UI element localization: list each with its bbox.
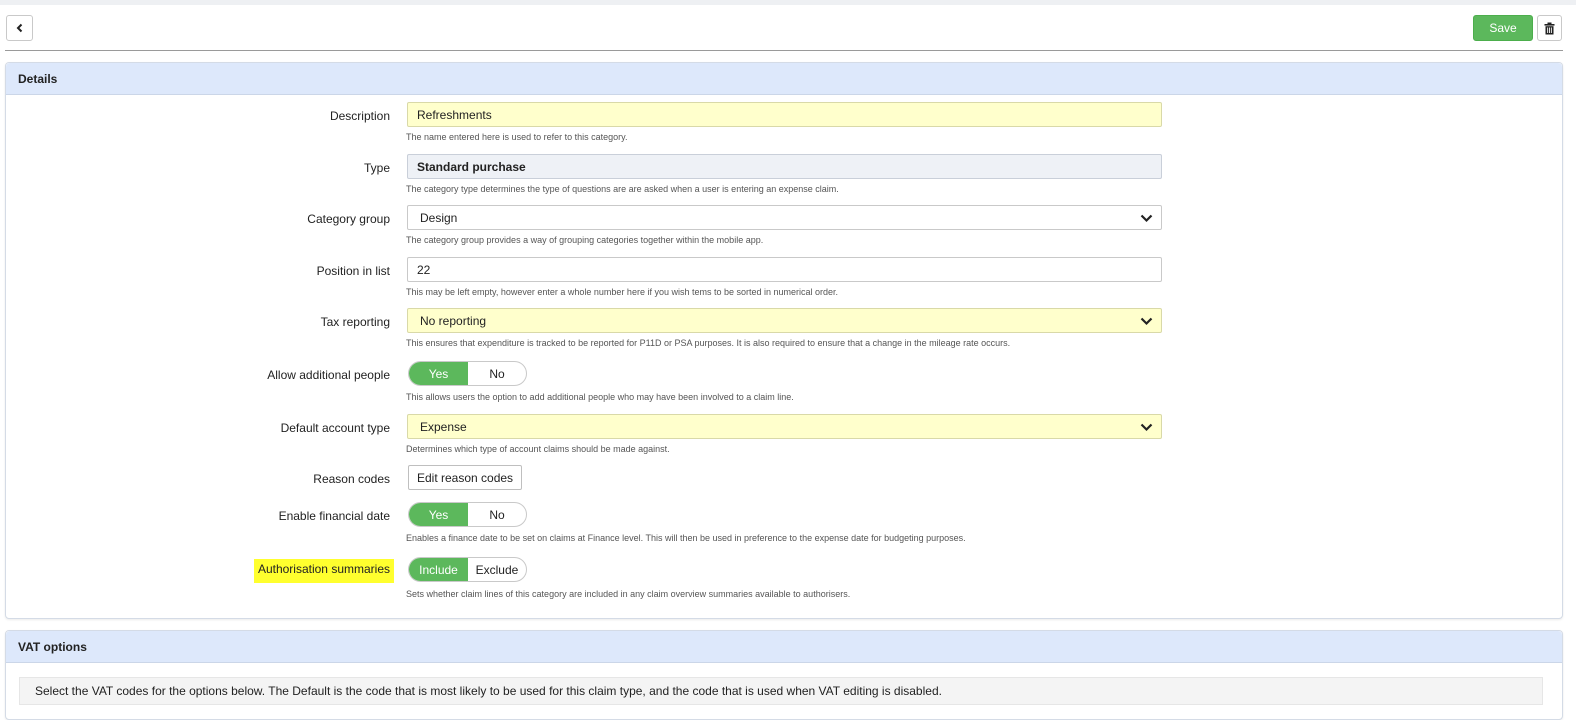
financial-date-yes[interactable]: Yes bbox=[409, 503, 468, 526]
type-row: Type Standard purchase The category type… bbox=[6, 154, 1562, 198]
position-row: Position in list 22 This may be left emp… bbox=[6, 257, 1562, 301]
account-type-label: Default account type bbox=[280, 421, 390, 435]
category-group-label: Category group bbox=[307, 212, 390, 226]
reason-codes-label: Reason codes bbox=[313, 472, 390, 486]
back-button[interactable] bbox=[6, 15, 33, 41]
chevron-down-icon bbox=[1140, 317, 1153, 326]
trash-icon bbox=[1544, 22, 1555, 34]
toolbar: Save bbox=[0, 5, 1576, 51]
category-group-value: Design bbox=[420, 210, 458, 225]
description-help: The name entered here is used to refer t… bbox=[406, 132, 628, 142]
allow-people-yes[interactable]: Yes bbox=[409, 362, 468, 385]
tax-reporting-label: Tax reporting bbox=[320, 315, 390, 329]
vat-panel: VAT options Select the VAT codes for the… bbox=[5, 630, 1563, 720]
allow-people-row: Allow additional people Yes No This allo… bbox=[6, 361, 1562, 405]
save-button[interactable]: Save bbox=[1473, 15, 1533, 41]
tax-reporting-help: This ensures that expenditure is tracked… bbox=[406, 338, 1011, 348]
auth-summaries-toggle: Include Exclude bbox=[408, 557, 527, 582]
type-value: Standard purchase bbox=[407, 154, 1162, 179]
allow-people-toggle: Yes No bbox=[408, 361, 527, 386]
delete-button[interactable] bbox=[1537, 15, 1562, 41]
description-label: Description bbox=[329, 109, 390, 123]
toolbar-divider bbox=[5, 50, 1563, 51]
account-type-value: Expense bbox=[420, 419, 467, 434]
details-panel: Details Description Refreshments The nam… bbox=[5, 62, 1563, 619]
account-type-help: Determines which type of account claims … bbox=[406, 444, 670, 454]
tax-reporting-value: No reporting bbox=[420, 313, 487, 328]
type-label: Type bbox=[363, 161, 390, 175]
description-input[interactable]: Refreshments bbox=[407, 102, 1162, 127]
position-help: This may be left empty, however enter a … bbox=[406, 287, 839, 297]
allow-people-no[interactable]: No bbox=[468, 362, 526, 385]
chevron-left-icon bbox=[16, 23, 22, 33]
category-group-help: The category group provides a way of gro… bbox=[406, 235, 764, 245]
description-row: Description Refreshments The name entere… bbox=[6, 102, 1562, 146]
allow-people-help: This allows users the option to add addi… bbox=[406, 392, 794, 402]
financial-date-help: Enables a finance date to be set on clai… bbox=[406, 533, 966, 543]
chevron-down-icon bbox=[1140, 214, 1153, 223]
details-panel-header: Details bbox=[6, 63, 1562, 95]
category-group-row: Category group Design The category group… bbox=[6, 205, 1562, 249]
financial-date-no[interactable]: No bbox=[468, 503, 526, 526]
vat-note: Select the VAT codes for the options bel… bbox=[19, 677, 1543, 705]
allow-people-label: Allow additional people bbox=[267, 368, 390, 382]
auth-summaries-label: Authorisation summaries bbox=[253, 559, 394, 583]
auth-summaries-row: Authorisation summaries Include Exclude … bbox=[6, 557, 1562, 601]
financial-date-row: Enable financial date Yes No Enables a f… bbox=[6, 502, 1562, 546]
category-group-select[interactable]: Design bbox=[407, 205, 1162, 230]
vat-panel-header: VAT options bbox=[6, 631, 1562, 663]
position-input[interactable]: 22 bbox=[407, 257, 1162, 282]
account-type-select[interactable]: Expense bbox=[407, 414, 1162, 439]
auth-summaries-include[interactable]: Include bbox=[409, 558, 468, 581]
auth-summaries-help: Sets whether claim lines of this categor… bbox=[406, 589, 851, 599]
edit-reason-codes-button[interactable]: Edit reason codes bbox=[408, 465, 523, 490]
tax-reporting-select[interactable]: No reporting bbox=[407, 308, 1162, 333]
reason-codes-row: Reason codes Edit reason codes bbox=[6, 465, 1562, 495]
financial-date-label: Enable financial date bbox=[278, 509, 390, 523]
chevron-down-icon bbox=[1140, 423, 1153, 432]
type-help: The category type determines the type of… bbox=[406, 184, 839, 194]
account-type-row: Default account type Expense Determines … bbox=[6, 414, 1562, 458]
position-label: Position in list bbox=[316, 264, 390, 278]
financial-date-toggle: Yes No bbox=[408, 502, 527, 527]
tax-reporting-row: Tax reporting No reporting This ensures … bbox=[6, 308, 1562, 352]
auth-summaries-exclude[interactable]: Exclude bbox=[468, 558, 526, 581]
